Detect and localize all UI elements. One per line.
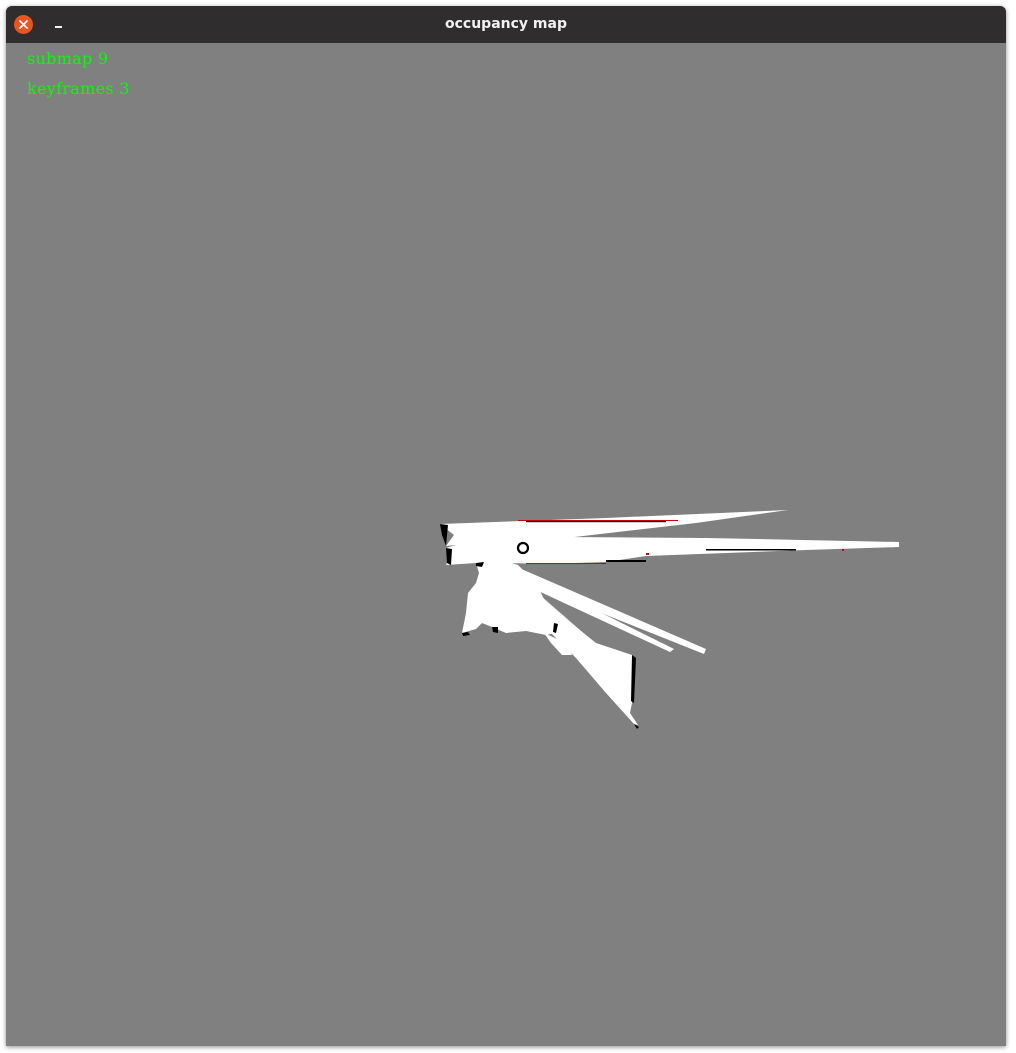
window-titlebar[interactable]: occupancy map: [6, 6, 1006, 44]
window-title: occupancy map: [445, 16, 567, 32]
occupancy-grid: [440, 510, 899, 729]
occupancy-map-canvas[interactable]: submap 9 keyframes 3: [6, 43, 1006, 1046]
robot-marker[interactable]: [516, 541, 530, 555]
occupancy-map-window: occupancy map submap 9 keyframes 3: [6, 6, 1006, 1046]
free-space: [440, 510, 899, 725]
